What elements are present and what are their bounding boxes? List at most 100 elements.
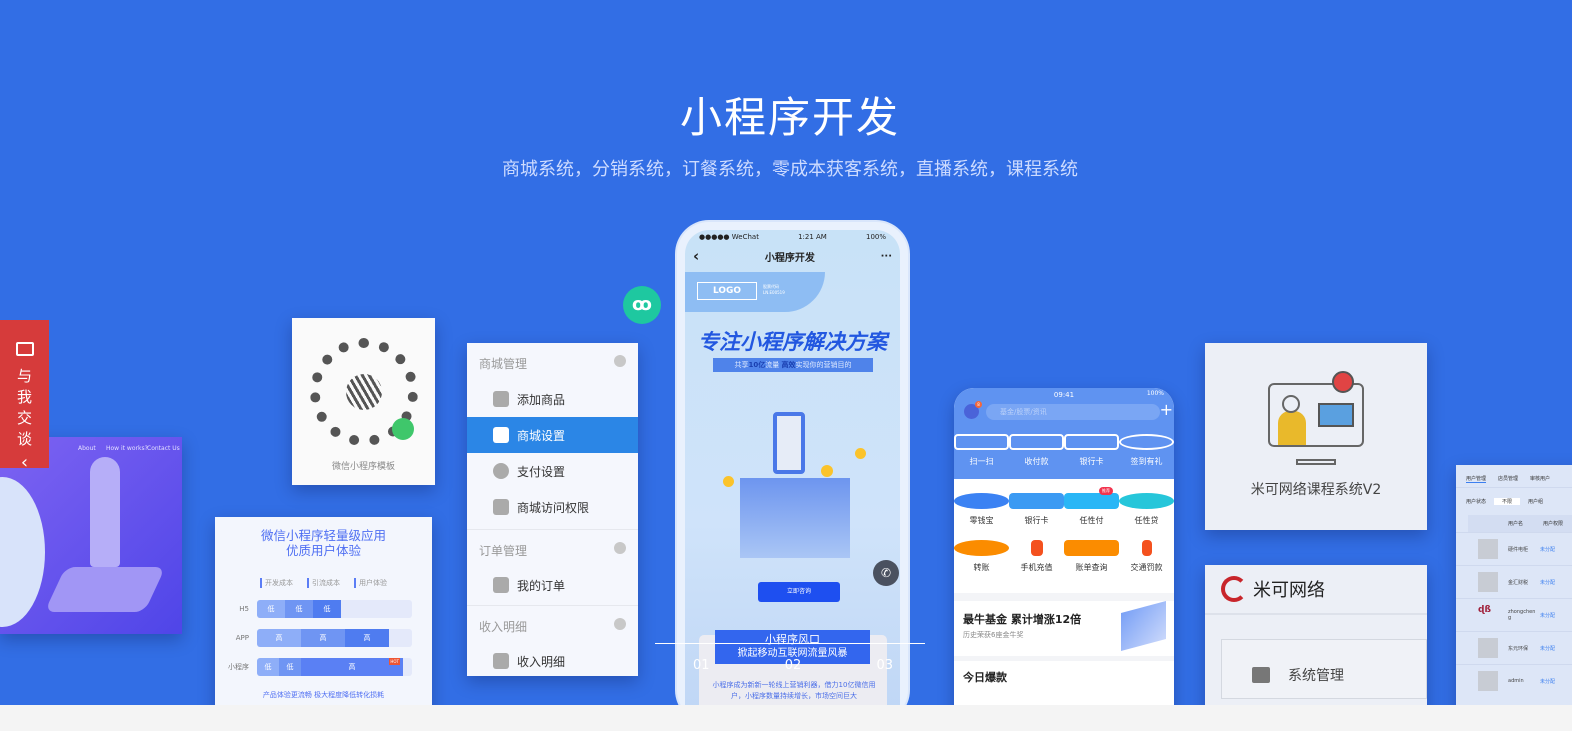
system-management-label[interactable]: 系统管理 [1288, 665, 1344, 685]
tab-review-users[interactable]: 审核用户 [1530, 475, 1550, 483]
comparison-footer: 产品体验更流畅 极大程度降低转化损耗 [262, 691, 385, 699]
legend-item: 用户体验 [354, 578, 387, 588]
bar-segment: 低 [285, 600, 313, 618]
divider-line [655, 643, 925, 644]
hero-banner: 小程序开发 商城系统，分销系统，订餐系统，零成本获客系统，直播系统，课程系统 A… [0, 0, 1572, 705]
page-title: 小程序开发 [679, 93, 900, 142]
status-select[interactable]: 不限 [1494, 498, 1521, 505]
recommend-tag: 推荐 [1099, 487, 1113, 495]
check-in-button[interactable]: 签到有礼 [1119, 434, 1174, 467]
buildings-illustration [740, 478, 850, 558]
coin-icon [821, 465, 833, 477]
gear-icon[interactable] [614, 355, 626, 367]
table-row[interactable]: admin 未分配 [1456, 664, 1572, 697]
bar-segment: 高 [257, 629, 301, 647]
legend-item: 开发成本 [260, 578, 293, 588]
landing-nav: Contact Us [147, 445, 180, 452]
message-icon[interactable]: 8 [964, 401, 982, 419]
qr-caption: 微信小程序模板 [331, 462, 395, 472]
table-row[interactable]: 东元环保 未分配 [1456, 631, 1572, 664]
grid-item[interactable]: 账单查询 [1064, 540, 1119, 573]
monitor-icon [1252, 667, 1270, 683]
step-number: 02 [784, 658, 802, 673]
menu-item-add-product[interactable]: 添加商品 [467, 381, 638, 417]
tab-user-management[interactable]: 用户管理 [1466, 475, 1487, 483]
intro-text: 小程序成为新新一轮线上营销利器，借力10亿微信用户，小程序数量持续增长，市场空间… [712, 681, 876, 700]
table-row[interactable]: 硬件电柜 未分配 [1456, 532, 1572, 565]
chat-with-me-tab[interactable]: 与我交谈 ‹ [0, 320, 49, 473]
grid-item[interactable]: 手机充值 [1009, 540, 1064, 573]
comparison-row-miniprogram: 小程序低低高 HOT [215, 658, 432, 676]
bank-card-button[interactable]: 银行卡 [1064, 434, 1119, 467]
admin-menu: 商城管理 添加商品 商城设置 支付设置 商城访问权限 订单管理 我的订单 收入明… [467, 343, 638, 676]
phone-call-button[interactable]: ✆ [873, 560, 899, 586]
menu-item-label: 支付设置 [517, 464, 566, 479]
rocket-illustration [90, 457, 120, 567]
comparison-title: 微信小程序轻量级应用 [260, 528, 386, 543]
blob-shape [0, 477, 45, 627]
plus-icon[interactable]: + [1160, 400, 1173, 419]
bar-segment: 高 [345, 629, 389, 647]
back-button[interactable]: ‹ [693, 247, 699, 265]
user-admin-table: 用户管理 店员管理 审核用户 用户状态 不限 用户组 用户名 用户权限 硬件电柜 未分配 金… [1456, 465, 1572, 705]
fund-promo[interactable]: 最牛基金 累计增涨12倍 历史荣获6座金牛奖 [954, 600, 1174, 656]
table-row[interactable]: 金汇财税 未分配 [1456, 565, 1572, 598]
row-label: APP [235, 634, 249, 642]
menu-item-access-permissions[interactable]: 商城访问权限 [467, 489, 638, 525]
product-icon [493, 391, 509, 407]
phone-headline: 专注小程序解决方案 [698, 330, 887, 354]
tab-staff-management[interactable]: 店员管理 [1498, 475, 1518, 483]
ribbon: 共享10亿流量 高效实现你的营销目的 [713, 358, 873, 372]
chart-illustration [1121, 600, 1166, 652]
row-label: 小程序 [228, 663, 249, 671]
message-badge: 8 [975, 401, 982, 408]
column-header: 用户名 [1508, 521, 1524, 527]
mini-program-code-icon [309, 338, 418, 446]
grid-item[interactable]: 任性付 推荐 [1064, 487, 1119, 526]
menu-item-my-orders[interactable]: 我的订单 [467, 567, 638, 603]
menu-item-label: 商城设置 [517, 428, 566, 443]
grid-item[interactable]: 零钱宝 [954, 493, 1009, 526]
pay-receive-button[interactable]: 收付款 [1009, 434, 1064, 467]
bar-segment: 低 [279, 658, 301, 676]
online-course-icon [1268, 371, 1364, 447]
chevron-left-icon: ‹ [20, 452, 29, 473]
grid-item[interactable]: 交通罚款 [1119, 540, 1174, 573]
avatar [1478, 572, 1498, 592]
gear-icon[interactable] [614, 618, 626, 630]
avatar: ɖß [1478, 605, 1491, 615]
grid-item[interactable]: 转账 [954, 540, 1009, 573]
avatar [1478, 638, 1498, 658]
grid-item[interactable]: 任性贷 [1119, 493, 1174, 526]
menu-item-label: 我的订单 [517, 578, 566, 593]
grid-item[interactable]: 银行卡 [1009, 493, 1064, 526]
comparison-row-h5: H5 低低低 [215, 600, 432, 618]
logo-placeholder: LOGO [697, 282, 757, 300]
finance-search-input[interactable]: 基金/股票/资讯 [986, 404, 1160, 420]
menu-item-store-settings[interactable]: 商城设置 [467, 417, 638, 453]
gear-icon[interactable] [614, 542, 626, 554]
landing-nav: How it works? [106, 445, 148, 452]
consult-now-button[interactable]: 立即咨询 [758, 582, 840, 602]
chat-icon [15, 342, 34, 356]
coin-icon [855, 448, 866, 459]
scan-button[interactable]: 扫一扫 [954, 434, 1009, 467]
table-row[interactable]: ɖß zhongchen g 未分配 [1456, 598, 1572, 631]
landing-nav: About [78, 445, 96, 452]
menu-item-income[interactable]: 收入明细 [467, 643, 638, 679]
step-number: 01 [693, 658, 710, 673]
mini-program-icon: ꝏ [623, 286, 661, 324]
page-bottom-strip [0, 705, 1572, 731]
menu-item-payment-settings[interactable]: 支付设置 [467, 453, 638, 489]
store-icon [493, 427, 509, 443]
bar-segment: 高 [301, 629, 345, 647]
filter-label: 用户组 [1528, 499, 1544, 505]
comparison-card: 微信小程序轻量级应用 优质用户体验 开发成本 引流成本 用户体验 H5 低低低 APP… [215, 517, 432, 705]
phone-nav-title: 小程序开发 [764, 252, 815, 264]
phone-mockup: ●●●●● WeChat 1:21 AM 100% ‹ 小程序开发 ··· LOGO 股… [677, 222, 908, 705]
menu-group-title: 商城管理 [479, 357, 528, 371]
more-button[interactable]: ··· [881, 251, 892, 262]
menu-item-label: 添加商品 [517, 392, 566, 407]
hot-badge: HOT [389, 658, 400, 665]
bar-segment: 低 [257, 600, 285, 618]
